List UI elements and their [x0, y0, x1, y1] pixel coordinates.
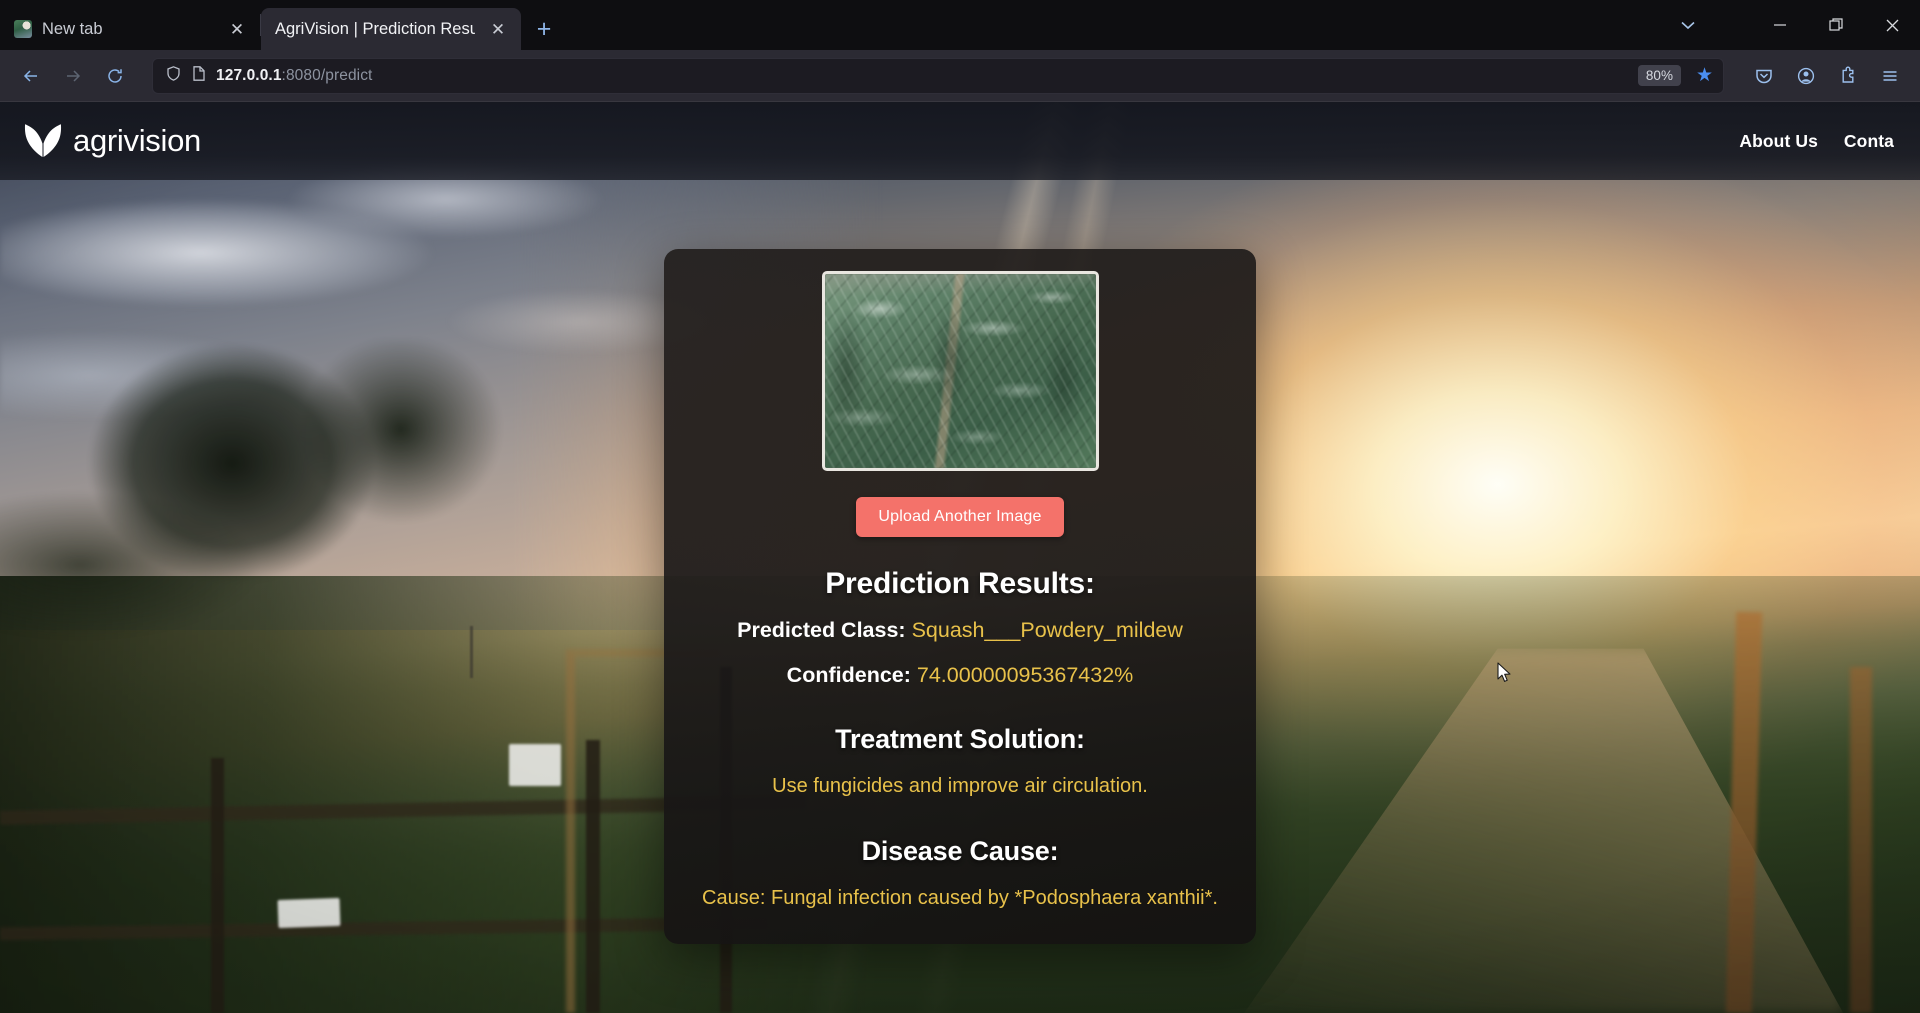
treatment-solution-text: Use fungicides and improve air circulati…: [772, 774, 1148, 797]
new-tab-button[interactable]: +: [527, 12, 561, 46]
nav-link-about-us[interactable]: About Us: [1739, 131, 1818, 152]
tab-new-tab[interactable]: New tab ✕: [0, 8, 260, 50]
window-controls: [1660, 0, 1920, 50]
forward-button[interactable]: [54, 57, 92, 95]
site-header: agrivision About Us Conta: [0, 102, 1920, 180]
tab-strip: New tab ✕ AgriVision | Prediction Result…: [0, 0, 1920, 50]
nav-link-contact[interactable]: Conta: [1844, 131, 1894, 152]
url-text: 127.0.0.1:8080/predict: [216, 67, 1629, 85]
site-nav: About Us Conta: [1739, 131, 1894, 152]
prediction-results-heading: Prediction Results:: [825, 567, 1095, 600]
maximize-button[interactable]: [1808, 0, 1864, 50]
upload-another-image-button[interactable]: Upload Another Image: [856, 497, 1064, 537]
site-logo-text: agrivision: [73, 123, 201, 158]
url-bar[interactable]: 127.0.0.1:8080/predict 80% ★: [152, 57, 1724, 94]
confidence-row: Confidence: 74.00000095367432%: [787, 662, 1134, 690]
shield-icon[interactable]: [165, 65, 182, 87]
app-menu-icon[interactable]: [1872, 58, 1908, 94]
uploaded-image-thumbnail: [821, 271, 1099, 471]
browser-window: New tab ✕ AgriVision | Prediction Result…: [0, 0, 1920, 1013]
prediction-result-card: Upload Another Image Prediction Results:…: [664, 249, 1256, 945]
url-path: :8080/predict: [281, 66, 373, 84]
navigation-toolbar: 127.0.0.1:8080/predict 80% ★: [0, 50, 1920, 102]
confidence-label: Confidence:: [786, 662, 911, 687]
predicted-class-value: Squash___Powdery_mildew: [911, 618, 1183, 642]
disease-cause-heading: Disease Cause:: [861, 836, 1059, 867]
minimize-button[interactable]: [1752, 0, 1808, 50]
disease-cause-text: Cause: Fungal infection caused by *Podos…: [702, 887, 1218, 910]
reload-button[interactable]: [96, 57, 134, 95]
tab-agrivision-prediction-result[interactable]: AgriVision | Prediction Result ✕: [261, 8, 521, 50]
tab-title: New tab: [42, 19, 103, 38]
zoom-level-badge[interactable]: 80%: [1637, 65, 1681, 86]
page-viewport: agrivision About Us Conta Upload Another…: [0, 102, 1920, 1013]
url-host: 127.0.0.1: [216, 66, 282, 84]
site-logo[interactable]: agrivision: [22, 119, 201, 164]
extensions-icon[interactable]: [1830, 58, 1866, 94]
tab-title: AgriVision | Prediction Result: [275, 19, 475, 38]
account-icon[interactable]: [1788, 58, 1824, 94]
close-window-button[interactable]: [1864, 0, 1920, 50]
close-icon[interactable]: ✕: [224, 16, 250, 42]
leaf-photo: [824, 274, 1096, 468]
document-icon: [191, 65, 207, 87]
tab-list-chevron-icon[interactable]: [1660, 0, 1716, 50]
leaf-logo-icon: [22, 119, 64, 164]
predicted-class-label: Predicted Class:: [737, 618, 906, 642]
predicted-class-row: Predicted Class: Squash___Powdery_mildew: [737, 617, 1183, 645]
pocket-icon[interactable]: [1746, 58, 1782, 94]
bookmark-star-icon[interactable]: ★: [1696, 64, 1713, 87]
toolbar-icons: [1746, 58, 1908, 94]
back-button[interactable]: [12, 57, 50, 95]
treatment-solution-heading: Treatment Solution:: [835, 723, 1085, 754]
confidence-value: 74.00000095367432%: [916, 662, 1134, 687]
close-icon[interactable]: ✕: [485, 16, 511, 42]
landscape-favicon: [14, 20, 32, 38]
